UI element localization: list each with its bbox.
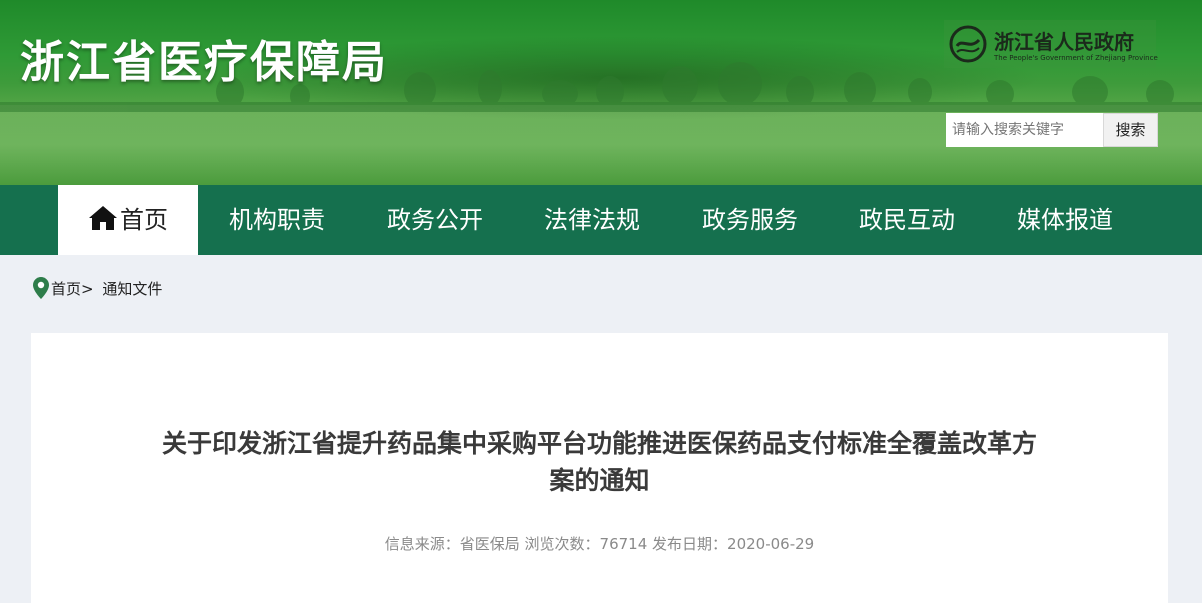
search-button[interactable]: 搜索	[1103, 113, 1158, 147]
breadcrumb: 首页> 通知文件	[33, 276, 162, 301]
site-title: 浙江省医疗保障局	[20, 37, 388, 88]
article-title-line: 关于印发浙江省提升药品集中采购平台功能推进医保药品支付标准全覆盖改革方	[161, 429, 1037, 458]
nav-item-home[interactable]: 首页	[58, 185, 198, 255]
search-input[interactable]	[946, 113, 1103, 147]
zhejiang-emblem-icon	[949, 25, 987, 63]
main-nav: 首页 机构职责 政务公开 法律法规 政务服务 政民互动 媒体报道	[0, 185, 1202, 255]
article-panel: 关于印发浙江省提升药品集中采购平台功能推进医保药品支付标准全覆盖改革方 案的通知…	[31, 333, 1168, 603]
nav-item-gov-services[interactable]: 政务服务	[685, 185, 815, 255]
article-title-line: 案的通知	[549, 466, 650, 495]
gov-logo-link[interactable]: 浙江省人民政府 The People's Government of Zheji…	[944, 20, 1158, 68]
breadcrumb-separator: >	[81, 280, 94, 298]
location-pin-icon	[33, 276, 49, 299]
gov-logo-name: 浙江省人民政府	[994, 30, 1134, 54]
nav-item-media[interactable]: 媒体报道	[1000, 185, 1130, 255]
home-icon	[89, 206, 117, 230]
breadcrumb-current-link[interactable]: 通知文件	[102, 280, 162, 298]
breadcrumb-home-link[interactable]: 首页	[51, 280, 81, 298]
nav-item-gov-affairs-open[interactable]: 政务公开	[370, 185, 500, 255]
article-meta: 信息来源：省医保局 浏览次数：76714 发布日期：2020-06-29	[384, 535, 815, 553]
gov-logo-name-en: The People's Government of Zhejiang Prov…	[994, 54, 1158, 62]
nav-item-interaction[interactable]: 政民互动	[842, 185, 972, 255]
nav-item-laws[interactable]: 法律法规	[527, 185, 657, 255]
nav-item-label: 首页	[120, 206, 168, 234]
nav-item-institution[interactable]: 机构职责	[212, 185, 342, 255]
article-title: 关于印发浙江省提升药品集中采购平台功能推进医保药品支付标准全覆盖改革方 案的通知	[121, 425, 1078, 499]
